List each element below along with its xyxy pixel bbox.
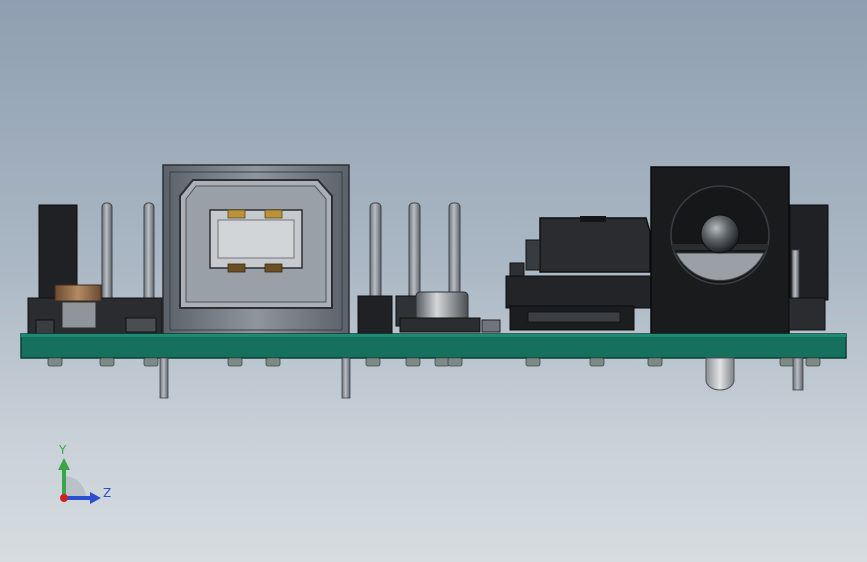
pcb-model-side-view[interactable] [0,0,867,562]
pin-header-right[interactable] [788,204,829,331]
graphics-viewport[interactable]: Y Z [0,0,867,562]
dc-power-jack[interactable] [650,166,790,335]
orientation-triad [58,458,101,504]
pcb-board[interactable] [20,333,847,359]
axis-y-label: Y [59,443,67,457]
axis-z-label: Z [103,486,112,500]
pin-header-left[interactable] [27,202,163,335]
usb-b-connector[interactable] [162,164,350,336]
voltage-regulator[interactable] [505,216,655,331]
usb-mount-legs [159,357,351,399]
pin-header-middle[interactable] [357,202,501,335]
